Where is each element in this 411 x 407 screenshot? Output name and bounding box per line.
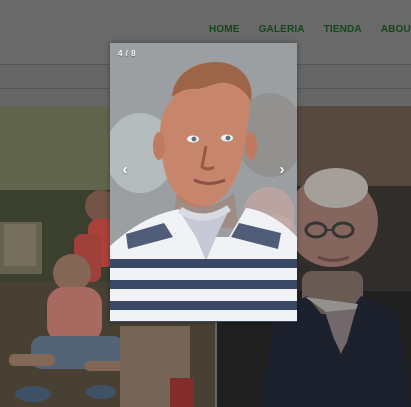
chevron-right-icon[interactable]: › [275, 161, 289, 179]
nav-item-about-me[interactable]: ABOUT ME [381, 24, 411, 35]
lightbox-counter: 4 / 8 [118, 49, 137, 58]
main-navigation: HOME GALERIA TIENDA ABOUT ME [209, 24, 411, 35]
chevron-left-icon[interactable]: ‹ [118, 161, 132, 179]
nav-item-tienda[interactable]: TIENDA [324, 24, 362, 35]
lightbox-viewer: 4 / 8 ‹ › [110, 43, 297, 322]
nav-item-home[interactable]: HOME [209, 24, 240, 35]
lightbox-portrait-image [110, 43, 297, 322]
gallery-page: HOME GALERIA TIENDA ABOUT ME [0, 0, 411, 407]
nav-item-galeria[interactable]: GALERIA [259, 24, 305, 35]
